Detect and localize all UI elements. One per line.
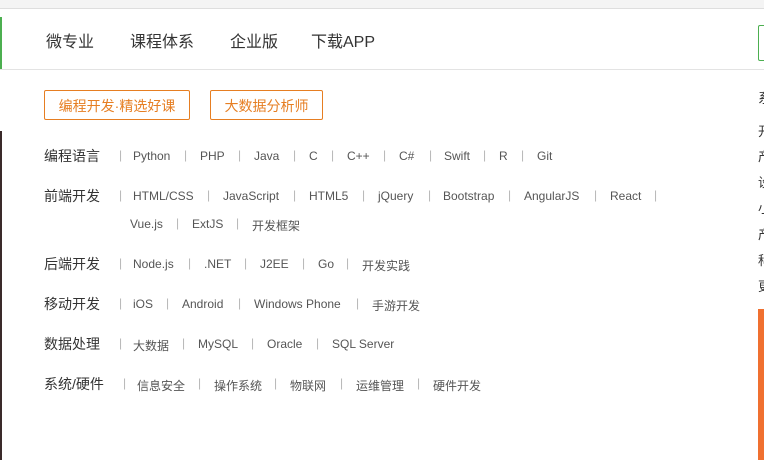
category-row-programming-languages: 编程语言 | Python | PHP | Java | C | C++ | C… <box>44 148 553 164</box>
link-html-css[interactable]: HTML/CSS <box>133 189 194 203</box>
link-extjs[interactable]: ExtJS <box>192 217 223 231</box>
link-java[interactable]: Java <box>254 149 279 163</box>
link-angularjs[interactable]: AngularJS <box>524 189 579 203</box>
tag-programming-courses[interactable]: 编程开发·精选好课 <box>44 90 190 120</box>
link-bootstrap[interactable]: Bootstrap <box>443 189 494 203</box>
link-info-security[interactable]: 信息安全 <box>137 377 185 394</box>
link-oracle[interactable]: Oracle <box>267 337 302 351</box>
browser-top-strip <box>0 0 764 9</box>
link-html5[interactable]: HTML5 <box>309 189 348 203</box>
link-dev-framework[interactable]: 开发框架 <box>252 217 300 234</box>
side-panel-item[interactable]: 开 <box>758 121 764 140</box>
link-mysql[interactable]: MySQL <box>198 337 238 351</box>
link-operating-system[interactable]: 操作系统 <box>214 377 262 394</box>
link-ios[interactable]: iOS <box>133 297 153 311</box>
link-ops-management[interactable]: 运维管理 <box>356 377 404 394</box>
category-label: 移动开发 <box>44 296 100 312</box>
side-panel-item[interactable]: 设 <box>758 172 764 191</box>
link-c[interactable]: C <box>309 149 318 163</box>
side-panel-title: 系 <box>758 88 764 108</box>
link-r[interactable]: R <box>499 149 508 163</box>
link-python[interactable]: Python <box>133 149 170 163</box>
link-javascript[interactable]: JavaScript <box>223 189 279 203</box>
category-label: 后端开发 <box>44 256 100 272</box>
link-swift[interactable]: Swift <box>444 149 470 163</box>
category-label: 前端开发 <box>44 188 100 204</box>
nav-item-course-system[interactable]: 课程体系 <box>130 17 194 69</box>
category-row-system-hardware: 系统/硬件 | 信息安全 | 操作系统 | 物联网 | 运维管理 | 硬件开发 <box>44 376 482 394</box>
category-row-mobile: 移动开发 | iOS | Android | Windows Phone | 手… <box>44 296 421 314</box>
link-vuejs[interactable]: Vue.js <box>130 217 163 231</box>
category-label: 数据处理 <box>44 336 100 352</box>
nav-search-box[interactable] <box>758 25 764 61</box>
link-windows-phone[interactable]: Windows Phone <box>254 297 341 311</box>
link-hardware-dev[interactable]: 硬件开发 <box>433 377 481 394</box>
nav-item-download-app[interactable]: 下载APP <box>311 17 375 69</box>
link-j2ee[interactable]: J2EE <box>260 257 289 271</box>
link-go[interactable]: Go <box>318 257 334 271</box>
link-cpp[interactable]: C++ <box>347 149 370 163</box>
nav-accent-bar <box>0 17 2 69</box>
nav-item-enterprise[interactable]: 企业版 <box>230 17 278 69</box>
category-label: 系统/硬件 <box>44 376 104 392</box>
nav-item-micro-major[interactable]: 微专业 <box>46 17 94 69</box>
category-row-frontend: 前端开发 | HTML/CSS | JavaScript | HTML5 | j… <box>44 188 658 234</box>
category-row-data: 数据处理 | 大数据 | MySQL | Oracle | SQL Server <box>44 336 395 354</box>
side-panel-item[interactable]: 产 <box>758 146 764 165</box>
category-row-backend: 后端开发 | Node.js | .NET | J2EE | Go | 开发实践 <box>44 256 411 274</box>
link-big-data[interactable]: 大数据 <box>133 337 169 354</box>
link-dev-practice[interactable]: 开发实践 <box>362 257 410 274</box>
link-git[interactable]: Git <box>537 149 552 163</box>
category-label: 编程语言 <box>44 148 100 164</box>
link-nodejs[interactable]: Node.js <box>133 257 174 271</box>
tag-big-data-analyst[interactable]: 大数据分析师 <box>210 90 323 120</box>
link-mobile-game-dev[interactable]: 手游开发 <box>372 297 420 314</box>
link-sql-server[interactable]: SQL Server <box>332 337 394 351</box>
side-banner[interactable] <box>758 309 764 460</box>
link-csharp[interactable]: C# <box>399 149 414 163</box>
link-android[interactable]: Android <box>182 297 223 311</box>
link-dotnet[interactable]: .NET <box>204 257 231 271</box>
side-panel-item[interactable]: 产 <box>758 224 764 243</box>
side-panel-item[interactable]: 更 <box>758 276 764 295</box>
side-panel-item[interactable]: 小 <box>758 198 764 217</box>
top-nav: 微专业 课程体系 企业版 下载APP <box>0 17 764 70</box>
link-php[interactable]: PHP <box>200 149 225 163</box>
link-react[interactable]: React <box>610 189 641 203</box>
link-iot[interactable]: 物联网 <box>290 377 326 394</box>
side-panel-item[interactable]: 科 <box>758 250 764 269</box>
link-jquery[interactable]: jQuery <box>378 189 413 203</box>
